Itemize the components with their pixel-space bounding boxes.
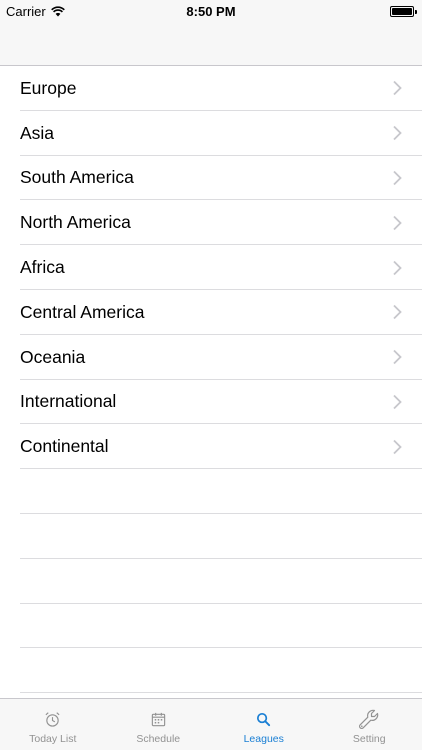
list-item-label: Africa [20,257,65,278]
alarm-clock-icon [45,712,60,727]
tab-today-list[interactable]: Today List [0,699,106,750]
tab-label: Setting [352,733,386,745]
wrench-icon [359,709,379,729]
chevron-right-icon [393,394,402,410]
empty-row [0,604,422,649]
navigation-bar [0,22,422,66]
list-item-label: Asia [20,122,55,143]
tab-label: Schedule [136,733,181,745]
empty-row [0,514,422,559]
list-item-continental[interactable]: Continental [0,424,422,469]
empty-row [0,648,422,693]
chevron-right-icon [393,126,402,141]
tab-setting[interactable]: Setting [317,699,422,750]
list-item-europe[interactable]: Europe [0,66,422,111]
tab-label: Leagues [243,733,284,745]
list-item-label: Europe [20,77,77,98]
empty-row [0,469,422,514]
battery-icon [390,6,417,17]
list-item-central-america[interactable]: Central America [0,290,422,335]
chevron-right-icon [393,170,402,186]
chevron-right-icon [393,305,402,320]
status-bar: Carrier 8:50 PM [0,0,422,22]
list-item-label: Continental [20,436,109,457]
list-item-africa[interactable]: Africa [0,245,422,290]
chevron-right-icon [393,260,402,275]
list-item-oceania[interactable]: Oceania [0,335,422,380]
list-item-label: Central America [20,301,145,322]
list-item-north-america[interactable]: North America [0,200,422,245]
list-item-label: North America [20,212,131,233]
list-item-label: Oceania [20,346,86,367]
chevron-right-icon [393,439,402,454]
tab-leagues[interactable]: Leagues [211,699,317,750]
list-item-south-america[interactable]: South America [0,156,422,201]
list-item-label: International [20,391,117,412]
empty-row [0,559,422,604]
list-item-asia[interactable]: Asia [0,111,422,156]
chevron-right-icon [393,81,402,96]
chevron-right-icon [393,350,402,365]
leagues-list: Europe Asia South America North America … [0,66,422,698]
status-time: 8:50 PM [186,4,236,19]
search-icon [257,712,271,727]
tab-bar: Today List Schedule Leagues Setting [0,698,422,750]
chevron-right-icon [393,215,402,230]
list-item-international[interactable]: International [0,380,422,425]
tab-label: Today List [29,733,77,745]
tab-schedule[interactable]: Schedule [106,699,212,750]
list-item-label: South America [20,167,134,188]
calendar-icon [151,712,165,727]
